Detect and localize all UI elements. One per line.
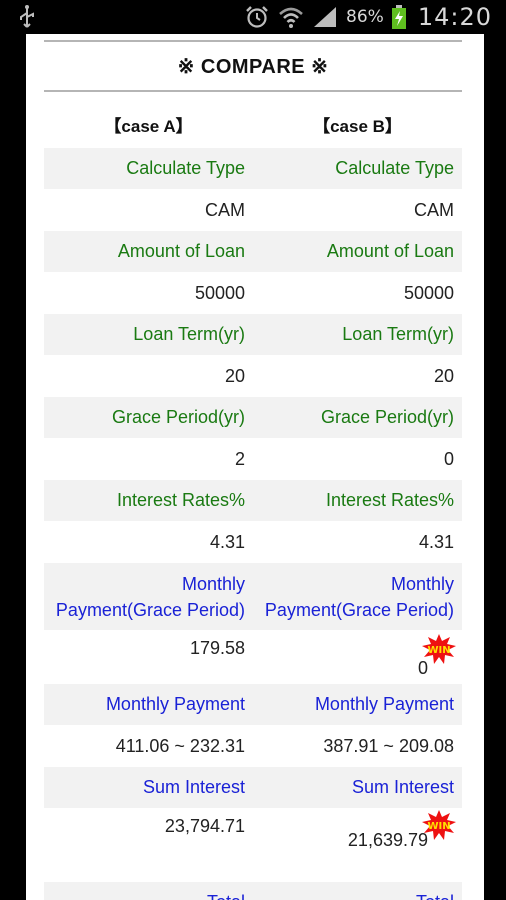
value-amount-a: 50000 bbox=[194, 283, 245, 303]
label-loan-term-a: Loan Term(yr) bbox=[133, 324, 245, 344]
label-interest-rate-a: Interest Rates% bbox=[116, 490, 245, 510]
value-grace-period-a: 2 bbox=[234, 449, 245, 469]
value-loan-term-a: 20 bbox=[224, 366, 245, 386]
value-sum-interest-a: 23,794.71 bbox=[164, 816, 245, 836]
battery-percent: 86% bbox=[346, 7, 384, 27]
value-row: 179.58 0 WIN bbox=[44, 630, 462, 684]
value-interest-rate-b: 4.31 bbox=[418, 532, 454, 552]
label-line: Payment(Grace Period) bbox=[264, 600, 454, 620]
case-header-row: 【case A】 【case B】 bbox=[44, 106, 462, 148]
label-loan-term-b: Loan Term(yr) bbox=[342, 324, 454, 344]
label-calculate-type-a: Calculate Type bbox=[126, 158, 245, 178]
value-monthly-payment-b: 387.91 ~ 209.08 bbox=[323, 736, 454, 756]
label-sum-interest-a: Sum Interest bbox=[142, 777, 245, 797]
label-row: Monthly Payment(Grace Period) Monthly Pa… bbox=[44, 563, 462, 630]
label-total-a: Total bbox=[44, 882, 253, 900]
battery-charging-icon bbox=[391, 5, 406, 29]
value-interest-rate-a: 4.31 bbox=[209, 532, 245, 552]
value-calculate-type-b: CAM bbox=[414, 200, 454, 220]
value-grace-period-b: 0 bbox=[443, 449, 454, 469]
label-amount-b: Amount of Loan bbox=[326, 241, 454, 261]
win-badge-icon: WIN bbox=[422, 634, 456, 664]
label-grace-period-a: Grace Period(yr) bbox=[111, 407, 245, 427]
label-grace-payment-a: Monthly Payment(Grace Period) bbox=[44, 563, 253, 630]
value-grace-payment-b: 0 WIN bbox=[253, 630, 462, 684]
label-monthly-payment-a: Monthly Payment bbox=[105, 694, 245, 714]
label-grace-period-b: Grace Period(yr) bbox=[320, 407, 454, 427]
label-total-b: Total bbox=[253, 882, 462, 900]
value-amount-b: 50000 bbox=[403, 283, 454, 303]
clock: 14:20 bbox=[417, 3, 492, 31]
value-loan-term-b: 20 bbox=[433, 366, 454, 386]
label-line: Monthly bbox=[390, 574, 454, 594]
label-row: Amount of Loan Amount of Loan bbox=[44, 231, 462, 272]
label-interest-rate-b: Interest Rates% bbox=[325, 490, 454, 510]
signal-icon bbox=[314, 7, 337, 27]
value-row: 50000 50000 bbox=[44, 272, 462, 314]
divider bbox=[44, 40, 462, 42]
value-calculate-type-a: CAM bbox=[205, 200, 245, 220]
label-row: Total Total bbox=[44, 882, 462, 900]
value-row: 23,794.71 21,639.79 WIN bbox=[44, 808, 462, 882]
label-row: Calculate Type Calculate Type bbox=[44, 148, 462, 189]
label-sum-interest-b: Sum Interest bbox=[351, 777, 454, 797]
case-a-header: 【case A】 bbox=[104, 117, 193, 136]
page-title: ※ COMPARE ※ bbox=[177, 56, 329, 78]
label-row: Interest Rates% Interest Rates% bbox=[44, 480, 462, 521]
label-monthly-payment-b: Monthly Payment bbox=[314, 694, 454, 714]
value-row: 4.31 4.31 bbox=[44, 521, 462, 563]
value-row: CAM CAM bbox=[44, 189, 462, 231]
usb-icon bbox=[20, 5, 34, 28]
label-line: Monthly bbox=[181, 574, 245, 594]
alarm-icon bbox=[246, 6, 268, 28]
value-row: 20 20 bbox=[44, 355, 462, 397]
label-line: Payment(Grace Period) bbox=[55, 600, 245, 620]
value-grace-payment-a: 179.58 bbox=[189, 638, 245, 658]
win-label: WIN bbox=[427, 821, 450, 832]
divider bbox=[44, 90, 462, 92]
label-amount-a: Amount of Loan bbox=[117, 241, 245, 261]
value-row: 411.06 ~ 232.31 387.91 ~ 209.08 bbox=[44, 725, 462, 767]
label-row: Grace Period(yr) Grace Period(yr) bbox=[44, 397, 462, 438]
label-grace-payment-b: Monthly Payment(Grace Period) bbox=[253, 563, 462, 630]
status-bar: 86% 14:20 bbox=[0, 0, 506, 34]
label-row: Loan Term(yr) Loan Term(yr) bbox=[44, 314, 462, 355]
case-b-header: 【case B】 bbox=[313, 117, 402, 136]
value-monthly-payment-a: 411.06 ~ 232.31 bbox=[115, 736, 245, 756]
label-row: Sum Interest Sum Interest bbox=[44, 767, 462, 808]
win-label: WIN bbox=[427, 645, 450, 656]
compare-panel: ※ COMPARE ※ 【case A】 【case B】 Calculate … bbox=[26, 34, 484, 900]
value-sum-interest-b: 21,639.79 WIN bbox=[253, 808, 462, 882]
value-row: 2 0 bbox=[44, 438, 462, 480]
value-text: 21,639.79 bbox=[347, 830, 428, 850]
wifi-icon bbox=[279, 7, 303, 28]
label-row: Monthly Payment Monthly Payment bbox=[44, 684, 462, 725]
label-calculate-type-b: Calculate Type bbox=[335, 158, 454, 178]
win-badge-icon: WIN bbox=[422, 810, 456, 840]
comparison-table: 【case A】 【case B】 Calculate Type Calcula… bbox=[44, 106, 462, 900]
